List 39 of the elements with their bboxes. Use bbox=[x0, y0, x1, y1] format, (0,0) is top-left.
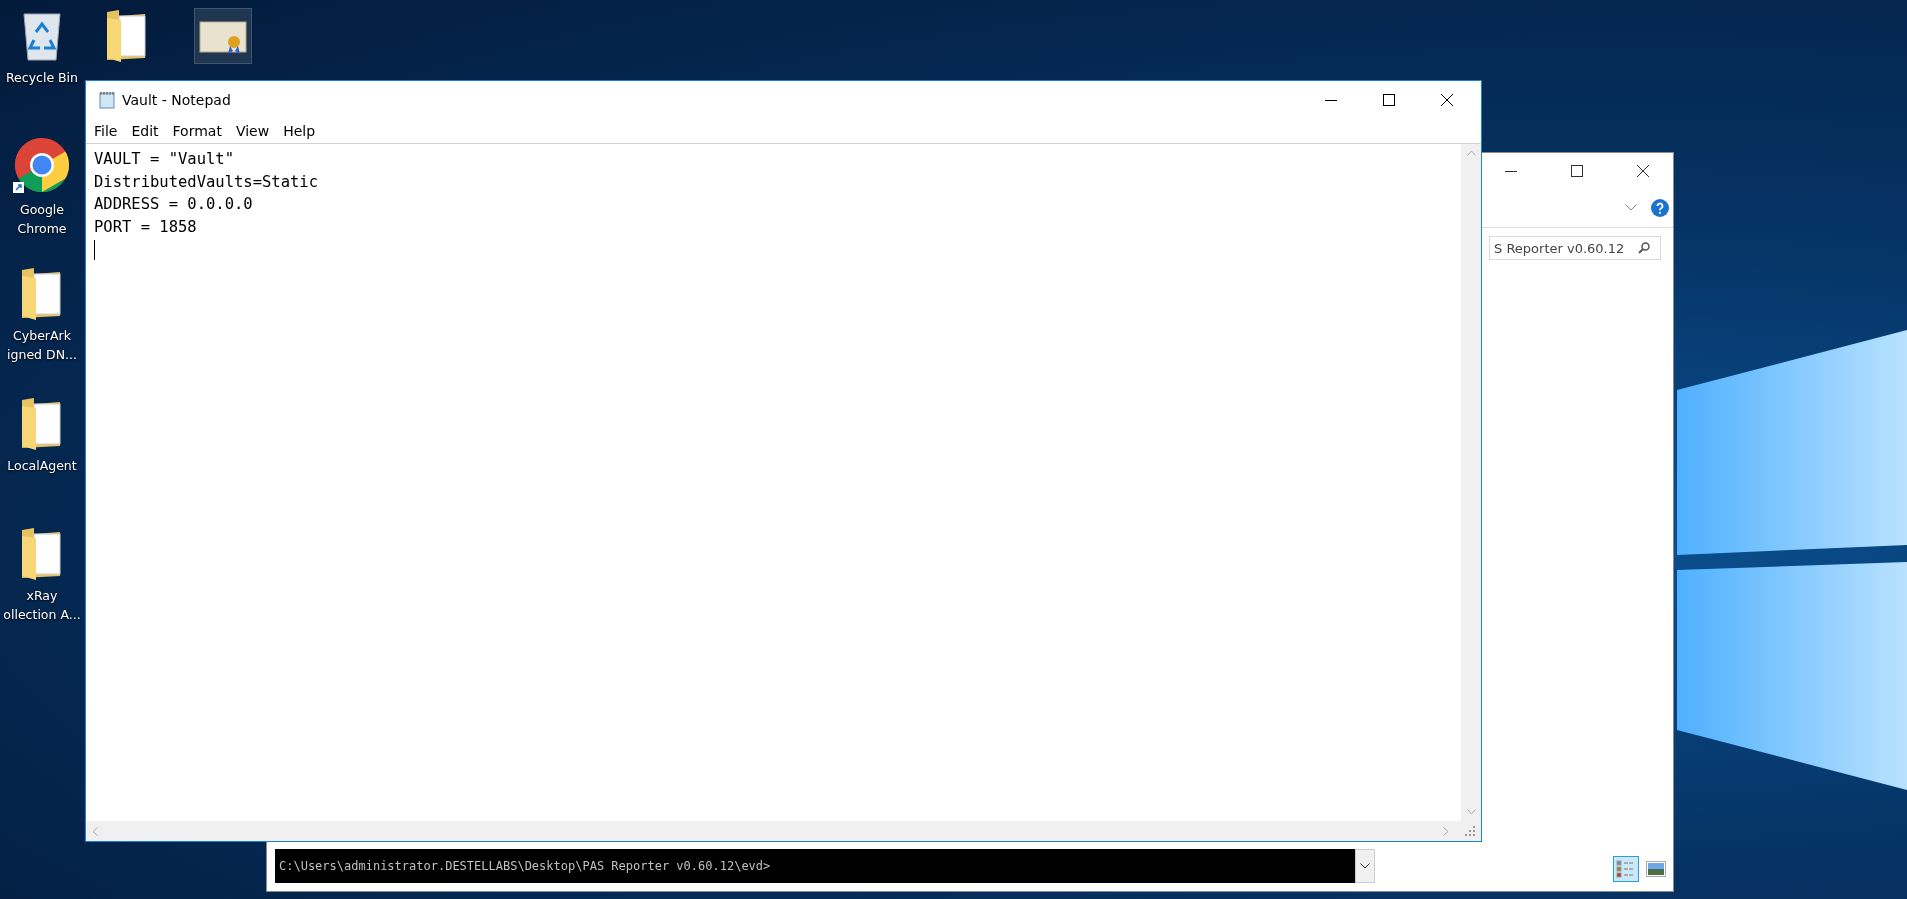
resize-grip-icon[interactable] bbox=[1465, 826, 1475, 836]
text-line: VAULT = "Vault" bbox=[94, 149, 235, 170]
text-editor[interactable]: VAULT = "Vault" DistributedVaults=Static ADDRESS = 0.0.0.0 PORT = 1858 bbox=[86, 144, 1461, 821]
desktop-icon-label[interactable]: Google Chrome bbox=[17, 200, 67, 238]
desktop-icon-label[interactable]: LocalAgent bbox=[7, 456, 77, 475]
desktop-icon-label[interactable]: xRay ollection A... bbox=[3, 586, 81, 624]
chevron-down-icon bbox=[1360, 863, 1370, 869]
maximize-icon[interactable] bbox=[1571, 165, 1583, 177]
close-icon[interactable] bbox=[1441, 94, 1453, 106]
menu-item[interactable]: File bbox=[94, 123, 118, 139]
menu-item[interactable]: Edit bbox=[131, 123, 159, 139]
search-field[interactable]: S Reporter v0.60.12 bbox=[1489, 236, 1661, 260]
window-title: Vault - Notepad bbox=[122, 92, 231, 108]
folder-icon[interactable] bbox=[20, 396, 64, 450]
landscape-thumbnail-icon bbox=[1646, 861, 1666, 877]
console-text: C:\Users\administrator.DESTELLABS\Desktop\PAS Reporter v0.60.12\evd> bbox=[279, 859, 771, 873]
maximize-icon[interactable] bbox=[1383, 94, 1395, 106]
text-cursor bbox=[94, 240, 95, 260]
notepad-icon bbox=[98, 91, 116, 109]
text-line: DistributedVaults=Static bbox=[94, 171, 319, 193]
folder-icon[interactable] bbox=[20, 266, 64, 320]
desktop-icon-label[interactable]: Recycle Bin bbox=[5, 68, 79, 87]
menu-item[interactable]: View bbox=[235, 123, 270, 139]
close-icon[interactable] bbox=[1637, 165, 1649, 177]
certificate-icon[interactable] bbox=[194, 8, 252, 64]
desktop-icon-label[interactable]: CyberArk igned DN... bbox=[7, 326, 77, 364]
horizontal-scrollbar[interactable] bbox=[86, 821, 1481, 841]
details-view-button[interactable] bbox=[1613, 856, 1639, 882]
folder-icon[interactable] bbox=[20, 526, 64, 580]
menu-item[interactable]: Help bbox=[283, 123, 316, 139]
text-line: ADDRESS = 0.0.0.0 bbox=[94, 194, 254, 215]
help-icon[interactable] bbox=[1651, 199, 1669, 217]
search-icon[interactable] bbox=[1638, 242, 1650, 254]
details-list-icon bbox=[1616, 859, 1636, 879]
chrome-icon[interactable] bbox=[13, 136, 71, 194]
text-line: PORT = 1858 bbox=[94, 216, 198, 238]
folder-icon[interactable] bbox=[105, 8, 149, 62]
chevron-down-icon[interactable] bbox=[1625, 204, 1637, 212]
menu-item[interactable]: Format bbox=[172, 123, 222, 139]
